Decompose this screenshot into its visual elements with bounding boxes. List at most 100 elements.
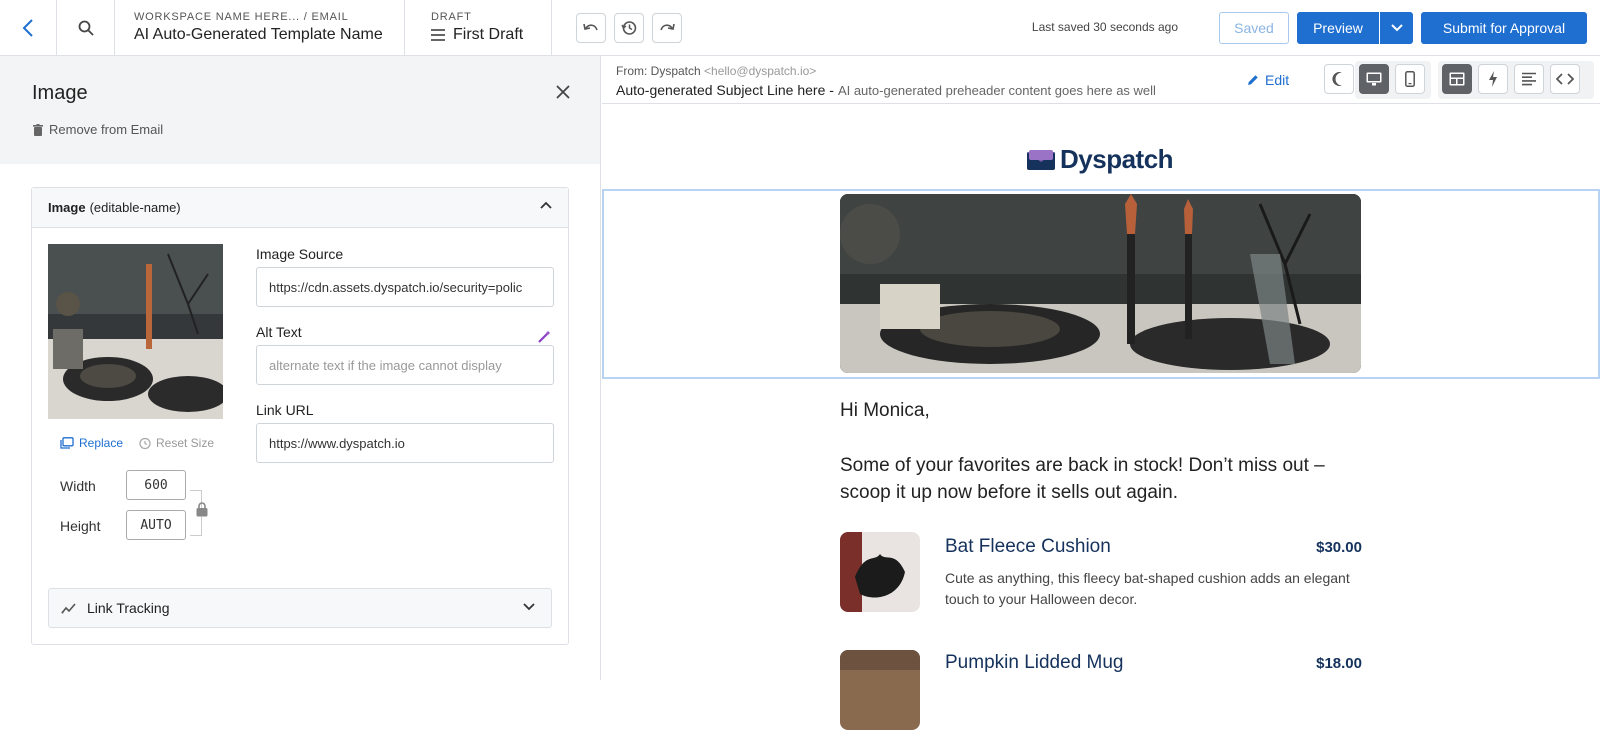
draft-name: First Draft <box>453 26 524 43</box>
preheader-text: AI auto-generated preheader content goes… <box>837 83 1156 98</box>
logo-text: Dyspatch <box>1060 144 1174 174</box>
table-setting-thumbnail-image <box>48 244 223 419</box>
close-panel-button[interactable] <box>555 84 571 105</box>
reset-size-button[interactable]: Reset Size <box>138 436 214 450</box>
remove-from-email-button[interactable]: Remove from Email <box>33 122 163 137</box>
width-label: Width <box>60 478 96 494</box>
replace-label: Replace <box>79 436 124 450</box>
product-image[interactable] <box>840 532 920 612</box>
redo-button[interactable] <box>652 12 682 43</box>
draft-selector[interactable]: DRAFT First Draft <box>405 0 552 55</box>
height-input[interactable]: AUTO <box>126 510 186 540</box>
undo-icon <box>583 23 598 30</box>
text-view-button[interactable] <box>1514 64 1544 94</box>
reset-icon <box>139 437 151 449</box>
saved-button[interactable]: Saved <box>1219 12 1289 44</box>
card-subtitle: (editable-name) <box>89 200 181 215</box>
aspect-lock-button[interactable] <box>196 502 208 522</box>
image-settings-card: Image (editable-name) Replace Reset Size… <box>31 187 569 645</box>
bat-cushion-image <box>840 532 920 612</box>
replace-image-button[interactable]: Replace <box>60 436 123 450</box>
layout-icon <box>1449 72 1465 86</box>
desktop-view-button[interactable] <box>1359 64 1389 94</box>
template-name: AI Auto-Generated Template Name <box>134 26 383 43</box>
image-source-label: Image Source <box>256 246 344 262</box>
interactive-mode-button[interactable] <box>1478 64 1508 94</box>
preview-header: From: Dyspatch <hello@dyspatch.io> Auto-… <box>602 56 1600 104</box>
top-toolbar: WORKSPACE NAME HERE... / EMAIL AI Auto-G… <box>0 0 1600 56</box>
reset-size-label: Reset Size <box>156 436 215 450</box>
envelope-logo-icon <box>1027 149 1055 170</box>
menu-icon <box>431 29 445 41</box>
history-controls <box>576 12 682 43</box>
edit-label: Edit <box>1265 72 1290 88</box>
pencil-icon <box>1248 75 1258 85</box>
sender-line: From: Dyspatch <hello@dyspatch.io> <box>616 64 816 78</box>
brand-logo[interactable]: Dyspatch <box>1026 144 1174 175</box>
link-url-label: Link URL <box>256 402 314 418</box>
image-icon <box>60 437 74 449</box>
history-icon <box>621 20 637 35</box>
product-price: $18.00 <box>1316 655 1362 672</box>
alt-text-label: Alt Text <box>256 324 302 340</box>
breadcrumb-path: WORKSPACE NAME HERE... / EMAIL <box>134 11 349 23</box>
email-preview-pane: From: Dyspatch <hello@dyspatch.io> Auto-… <box>602 56 1600 730</box>
email-canvas: Dyspatch Hi Monica, Some of your favorit… <box>602 104 1600 730</box>
breadcrumb[interactable]: WORKSPACE NAME HERE... / EMAIL AI Auto-G… <box>115 0 405 55</box>
link-tracking-accordion[interactable]: Link Tracking <box>48 588 552 628</box>
product-name[interactable]: Bat Fleece Cushion <box>945 536 1111 558</box>
mobile-view-button[interactable] <box>1395 64 1425 94</box>
search-button[interactable] <box>57 0 115 55</box>
search-icon <box>78 20 94 36</box>
image-card-header[interactable]: Image (editable-name) <box>32 188 568 228</box>
last-saved-status: Last saved 30 seconds ago <box>1031 20 1178 34</box>
panel-title: Image <box>32 82 88 104</box>
chevron-left-icon <box>22 18 33 37</box>
code-icon <box>1556 73 1574 85</box>
product-name[interactable]: Pumpkin Lidded Mug <box>945 652 1124 674</box>
back-button[interactable] <box>0 0 57 55</box>
trend-chart-icon <box>61 603 76 614</box>
preview-button[interactable]: Preview <box>1297 12 1379 44</box>
desktop-icon <box>1366 72 1382 86</box>
trash-icon <box>33 123 43 136</box>
email-intro-text[interactable]: Some of your favorites are back in stock… <box>840 452 1370 506</box>
link-tracking-label: Link Tracking <box>87 600 170 616</box>
email-greeting[interactable]: Hi Monica, <box>840 400 930 422</box>
lock-icon <box>196 502 208 517</box>
product-description: Cute as anything, this fleecy bat-shaped… <box>945 570 1350 607</box>
alt-text-input[interactable]: alternate text if the image cannot displ… <box>256 345 554 385</box>
code-view-button[interactable] <box>1550 64 1580 94</box>
dark-mode-toggle[interactable] <box>1324 64 1354 94</box>
lightning-icon <box>1489 71 1497 87</box>
image-thumbnail <box>48 244 223 419</box>
block-settings-panel: Image Remove from Email Image (editable-… <box>0 56 601 680</box>
panel-header: Image Remove from Email <box>0 56 600 164</box>
undo-button[interactable] <box>576 12 606 43</box>
remove-label: Remove from Email <box>49 122 164 137</box>
draft-name-row: First Draft <box>431 26 523 44</box>
history-button[interactable] <box>614 12 644 43</box>
chevron-down-icon <box>1390 24 1403 32</box>
hero-image[interactable] <box>840 194 1361 373</box>
redo-icon <box>660 23 675 30</box>
width-input[interactable]: 600 <box>126 470 186 500</box>
chevron-up-icon[interactable] <box>540 201 552 209</box>
mobile-phone-icon <box>1405 71 1415 87</box>
text-align-icon <box>1522 72 1536 86</box>
submit-for-approval-button[interactable]: Submit for Approval <box>1421 12 1587 44</box>
draft-label: DRAFT <box>431 11 472 23</box>
preview-dropdown-button[interactable] <box>1380 12 1413 44</box>
link-url-input[interactable]: https://www.dyspatch.io <box>256 423 554 463</box>
product-price: $30.00 <box>1316 539 1362 556</box>
edit-subject-button[interactable]: Edit <box>1247 72 1289 88</box>
chevron-down-icon <box>523 603 535 611</box>
from-address: <hello@dyspatch.io> <box>704 64 817 78</box>
product-image[interactable] <box>840 650 920 730</box>
subject-line: Auto-generated Subject Line here - AI aut… <box>616 82 1156 98</box>
card-title: Image <box>48 200 86 215</box>
close-icon <box>556 85 570 99</box>
image-source-input[interactable]: https://cdn.assets.dyspatch.io/security=… <box>256 267 554 307</box>
visual-editor-button[interactable] <box>1442 64 1472 94</box>
subject-text: Auto-generated Subject Line here - <box>616 82 834 98</box>
